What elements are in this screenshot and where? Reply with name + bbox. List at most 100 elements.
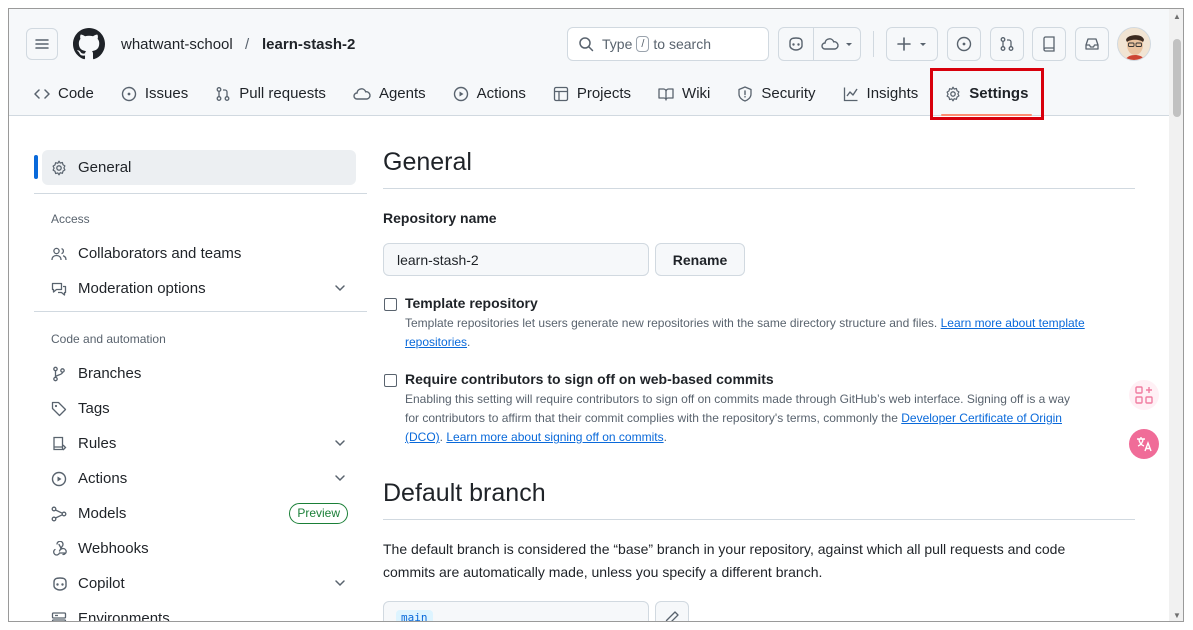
sidebar-item-environments[interactable]: Environments [34, 601, 356, 621]
hamburger-icon [35, 39, 49, 49]
learn-more-template-link[interactable]: Learn more about template [941, 316, 1085, 330]
tab-label: Projects [576, 85, 632, 102]
template-desc-text: Template repositories let users generate… [405, 316, 938, 330]
tab-agents[interactable]: Agents [345, 71, 434, 116]
sidebar-item-general[interactable]: General [42, 150, 356, 185]
signoff-label[interactable]: Require contributors to sign off on web-… [405, 371, 774, 387]
tab-projects[interactable]: Projects [545, 71, 639, 116]
chevron-down-icon [845, 43, 852, 46]
ai-model-icon [51, 506, 67, 521]
your-pull-requests-button[interactable] [990, 27, 1024, 61]
sidebar-item-moderation[interactable]: Moderation options [34, 271, 356, 306]
sidebar-item-copilot[interactable]: Copilot [34, 566, 356, 601]
sidebar-item-tags[interactable]: Tags [34, 391, 356, 426]
learn-more-signoff-link[interactable]: Learn more about signing off on commits [446, 430, 663, 444]
tab-wiki[interactable]: Wiki [650, 71, 718, 116]
plus-icon [896, 37, 911, 51]
rename-button[interactable]: Rename [655, 243, 745, 276]
template-repository-label[interactable]: Template repository [405, 295, 538, 311]
sidebar-item-branches[interactable]: Branches [34, 356, 356, 391]
chevron-down-icon [919, 43, 926, 46]
play-icon [51, 471, 67, 486]
search-shortcut-key: / [636, 36, 650, 52]
github-logo-icon[interactable] [73, 28, 105, 60]
sidebar-item-label: Tags [78, 400, 110, 417]
issue-opened-icon [956, 36, 972, 52]
sidebar-item-models[interactable]: Models Preview [34, 496, 356, 531]
agent-menu-button[interactable] [813, 27, 861, 61]
dco-link-cont[interactable]: (DCO) [405, 430, 440, 444]
copilot-button[interactable] [778, 27, 814, 61]
tab-issues[interactable]: Issues [113, 71, 196, 116]
chevron-down-icon [335, 580, 345, 587]
pull-request-icon [216, 86, 230, 101]
shield-icon [738, 85, 753, 102]
tab-pull-requests[interactable]: Pull requests [207, 71, 334, 116]
search-placeholder-prefix: Type [602, 36, 633, 52]
create-new-button[interactable] [886, 27, 938, 61]
repo-name-input[interactable]: learn-stash-2 [383, 243, 649, 276]
default-branch-field: main [383, 601, 649, 621]
general-heading: General [383, 148, 472, 176]
search-placeholder-suffix: to search [653, 36, 712, 52]
search-input[interactable]: Type / to search [567, 27, 769, 61]
server-icon [51, 611, 67, 621]
sidebar-item-label: Webhooks [78, 540, 149, 557]
tag-icon [51, 401, 67, 416]
your-issues-button[interactable] [947, 27, 981, 61]
inbox-button[interactable] [1075, 27, 1109, 61]
sidebar-item-collaborators[interactable]: Collaborators and teams [34, 236, 356, 271]
sidebar-item-rules[interactable]: Rules [34, 426, 356, 461]
sidebar-item-actions[interactable]: Actions [34, 461, 356, 496]
section-divider [383, 519, 1135, 520]
translate-icon [1137, 437, 1152, 452]
scroll-down-arrow[interactable]: ▼ [1173, 611, 1181, 620]
sidebar-heading-access: Access [51, 212, 90, 226]
tab-security[interactable]: Security [729, 71, 823, 116]
tab-label: Issues [144, 85, 189, 102]
template-repository-checkbox[interactable] [384, 298, 397, 311]
repo-tabs: Code Issues Pull requests Agents Actions… [26, 71, 1047, 116]
table-icon [553, 86, 568, 101]
menu-button[interactable] [26, 28, 58, 60]
user-avatar[interactable] [1117, 27, 1151, 61]
search-icon [579, 37, 594, 52]
tab-label: Wiki [682, 85, 711, 102]
page-scrollbar[interactable]: ▲ ▼ [1169, 9, 1183, 621]
default-branch-heading: Default branch [383, 479, 546, 507]
active-indicator [34, 155, 38, 179]
breadcrumb-repo[interactable]: learn-stash-2 [262, 36, 355, 53]
signoff-description: Enabling this setting will require contr… [405, 390, 1135, 447]
chevron-down-icon [335, 285, 345, 292]
dco-link[interactable]: Developer Certificate of Origin [901, 411, 1062, 425]
tab-code[interactable]: Code [26, 71, 102, 116]
tab-label: Agents [378, 85, 426, 102]
sidebar-item-webhooks[interactable]: Webhooks [34, 531, 356, 566]
chevron-down-icon [335, 475, 345, 482]
book-icon [658, 87, 674, 101]
tab-actions[interactable]: Actions [445, 71, 534, 116]
learn-more-template-link-cont[interactable]: repositories [405, 335, 467, 349]
tab-insights[interactable]: Insights [835, 71, 927, 116]
breadcrumb-owner[interactable]: whatwant-school [121, 36, 233, 53]
branch-name-chip: main [396, 610, 433, 621]
apps-grid-icon [1135, 386, 1153, 404]
sidebar-item-label: Rules [78, 435, 117, 452]
repo-push-icon [53, 436, 67, 450]
sidebar-item-label: Copilot [78, 575, 125, 592]
translate-button[interactable] [1129, 429, 1159, 459]
issue-icon [121, 86, 137, 101]
gear-icon [52, 160, 66, 175]
scroll-thumb[interactable] [1173, 39, 1181, 117]
graph-icon [843, 87, 858, 101]
edit-default-branch-button[interactable] [655, 601, 689, 621]
repositories-button[interactable] [1032, 27, 1066, 61]
extension-apps-button[interactable] [1129, 380, 1159, 410]
tab-label: Code [58, 85, 94, 102]
copilot-icon [53, 576, 67, 591]
pull-request-icon [1000, 37, 1014, 51]
header-divider [873, 31, 874, 57]
agent-icon [353, 87, 371, 100]
signoff-checkbox[interactable] [384, 374, 397, 387]
scroll-up-arrow[interactable]: ▲ [1173, 12, 1181, 21]
